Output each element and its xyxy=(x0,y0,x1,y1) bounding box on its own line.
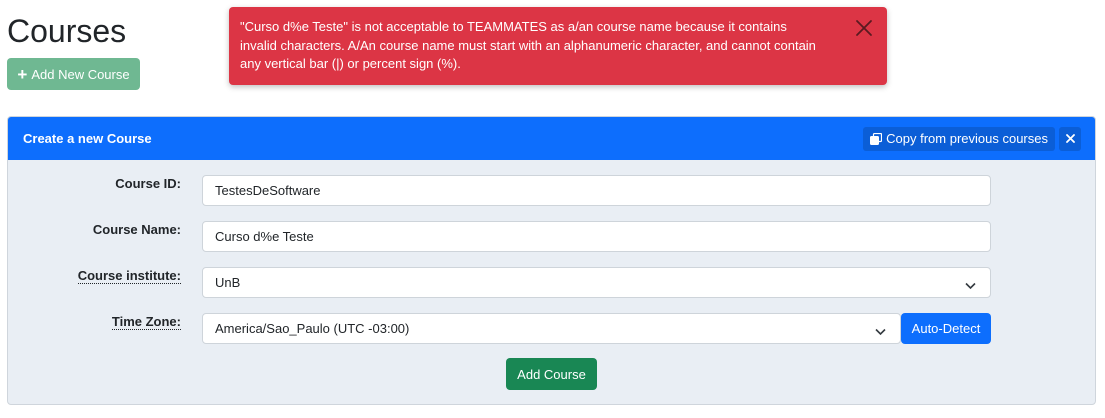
copy-icon xyxy=(870,132,883,145)
page-title: Courses xyxy=(7,13,127,49)
course-name-input[interactable]: Curso d%e Teste xyxy=(202,221,991,252)
course-id-label: Course ID: xyxy=(115,176,181,191)
course-id-input[interactable]: TestesDeSoftware xyxy=(202,175,991,206)
timezone-value: America/Sao_Paulo (UTC -03:00) xyxy=(215,321,410,336)
header-actions: Copy from previous courses xyxy=(863,126,1081,151)
close-panel-button[interactable] xyxy=(1059,126,1081,151)
close-icon[interactable] xyxy=(855,19,873,37)
course-id-value: TestesDeSoftware xyxy=(215,183,321,198)
create-course-panel: Create a new Course Copy from previous c… xyxy=(7,116,1096,405)
timezone-label: Time Zone: xyxy=(111,314,181,330)
error-alert: "Curso d%e Teste" is not acceptable to T… xyxy=(229,7,887,85)
course-name-label: Course Name: xyxy=(92,222,181,237)
timezone-select[interactable]: America/Sao_Paulo (UTC -03:00) xyxy=(202,313,901,344)
copy-from-previous-button[interactable]: Copy from previous courses xyxy=(863,126,1055,151)
close-icon xyxy=(1065,134,1075,143)
add-course-button[interactable]: Add Course xyxy=(506,358,597,390)
course-name-value: Curso d%e Teste xyxy=(215,229,314,244)
institute-select[interactable]: UnB xyxy=(202,267,991,298)
auto-detect-button[interactable]: Auto-Detect xyxy=(901,313,991,344)
plus-icon: + xyxy=(17,64,28,84)
chevron-down-icon xyxy=(875,324,886,339)
copy-label: Copy from previous courses xyxy=(886,131,1048,146)
alert-message: "Curso d%e Teste" is not acceptable to T… xyxy=(240,19,816,71)
panel-header: Create a new Course Copy from previous c… xyxy=(8,117,1095,160)
institute-label: Course institute: xyxy=(77,268,181,284)
institute-value: UnB xyxy=(215,275,241,290)
add-new-course-button[interactable]: + Add New Course xyxy=(7,58,140,90)
chevron-down-icon xyxy=(965,278,976,293)
add-new-course-label: Add New Course xyxy=(31,66,130,82)
panel-title: Create a new Course xyxy=(23,131,152,146)
